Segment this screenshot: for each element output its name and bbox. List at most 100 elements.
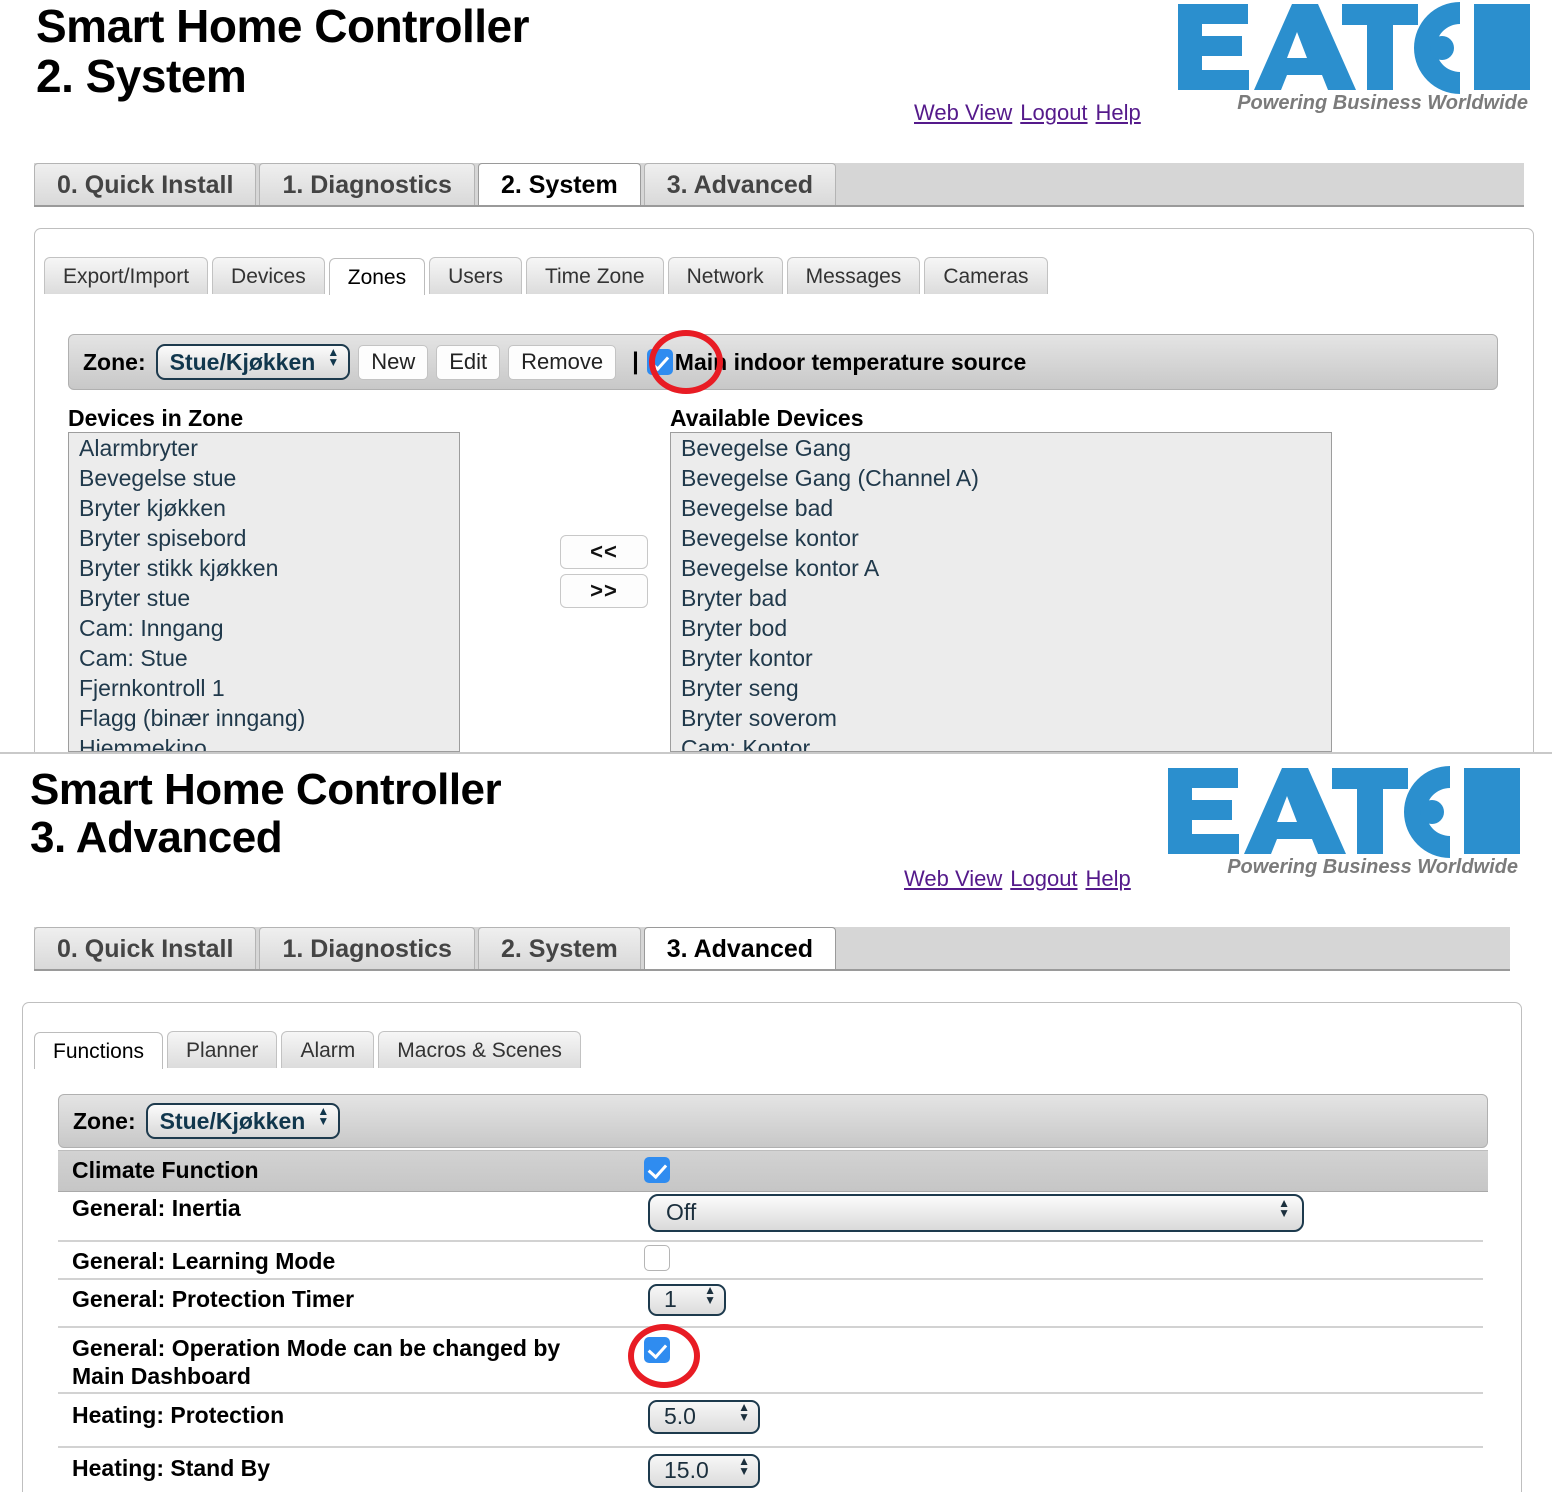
chevron-updown-icon: ▲ ▼ [327, 345, 340, 369]
chevron-updown-icon: ▲ ▼ [317, 1104, 330, 1128]
panel-advanced-header: Smart Home Controller 3. Advanced Web Vi… [0, 754, 1552, 914]
tab-advanced[interactable]: 3. Advanced [643, 927, 837, 969]
heating-protection-spinner[interactable]: 5.0 ▲ ▼ [648, 1400, 760, 1434]
tab-diagnostics[interactable]: 1. Diagnostics [259, 927, 475, 969]
list-item[interactable]: Bryter stue [69, 583, 459, 613]
list-item[interactable]: Bevegelse kontor A [671, 553, 1331, 583]
main-tabs-advanced: 0. Quick Install 1. Diagnostics 2. Syste… [34, 927, 1510, 971]
main-tabs-system: 0. Quick Install 1. Diagnostics 2. Syste… [34, 163, 1524, 207]
list-item[interactable]: Fjernkontroll 1 [69, 673, 459, 703]
climate-function-label: Climate Function [72, 1157, 259, 1183]
subtab-cameras[interactable]: Cameras [924, 257, 1048, 294]
subtab-messages[interactable]: Messages [786, 257, 921, 294]
list-item[interactable]: Bryter soverom [671, 703, 1331, 733]
logout-link[interactable]: Logout [1020, 100, 1087, 125]
general-operation-mode-checkbox[interactable] [644, 1337, 670, 1363]
list-item[interactable]: Bryter bad [671, 583, 1331, 613]
general-protection-timer-spinner[interactable]: 1 ▲ ▼ [648, 1284, 726, 1316]
subtab-zones[interactable]: Zones [328, 258, 426, 295]
screenshot-root: Smart Home Controller 2. System Web View… [0, 0, 1552, 1492]
list-item[interactable]: Bevegelse Gang [671, 433, 1331, 463]
list-item[interactable]: Flagg (binær inngang) [69, 703, 459, 733]
subtab-export-import[interactable]: Export/Import [44, 257, 209, 294]
row-separator [58, 1240, 1483, 1242]
sub-tabs-system: Export/Import Devices Zones Users Time Z… [44, 248, 1244, 295]
list-item[interactable]: Cam: Stue [69, 643, 459, 673]
list-item[interactable]: Bryter spisebord [69, 523, 459, 553]
subtab-network[interactable]: Network [667, 257, 783, 294]
web-view-link[interactable]: Web View [914, 100, 1012, 125]
list-item[interactable]: Bryter kjøkken [69, 493, 459, 523]
tab-system[interactable]: 2. System [477, 927, 641, 969]
subtab-functions[interactable]: Functions [34, 1032, 164, 1069]
zone-select[interactable]: Stue/Kjøkken ▲ ▼ [155, 343, 351, 381]
move-left-button[interactable]: << [560, 535, 648, 569]
new-zone-button[interactable]: New [358, 344, 429, 380]
tab-diagnostics[interactable]: 1. Diagnostics [259, 163, 475, 205]
tab-advanced[interactable]: 3. Advanced [643, 163, 837, 205]
help-link[interactable]: Help [1096, 100, 1141, 125]
remove-zone-button[interactable]: Remove [508, 344, 617, 380]
general-protection-timer-value: 1 [664, 1285, 677, 1312]
available-devices-heading: Available Devices [670, 405, 864, 431]
chevron-updown-icon: ▲ ▼ [1278, 1195, 1290, 1220]
zone-select[interactable]: Stue/Kjøkken ▲ ▼ [145, 1102, 341, 1140]
list-item[interactable]: Bevegelse kontor [671, 523, 1331, 553]
climate-function-checkbox[interactable] [644, 1157, 670, 1183]
devices-in-zone-list[interactable]: Alarmbryter Bevegelse stue Bryter kjøkke… [68, 432, 460, 752]
move-right-button[interactable]: >> [560, 574, 648, 608]
panel-advanced: Smart Home Controller 3. Advanced Web Vi… [0, 754, 1552, 1492]
help-link[interactable]: Help [1086, 866, 1131, 891]
tab-quick-install[interactable]: 0. Quick Install [34, 927, 257, 969]
subtab-macros-scenes[interactable]: Macros & Scenes [378, 1031, 581, 1068]
edit-zone-button[interactable]: Edit [436, 344, 501, 380]
tab-filler [839, 927, 1510, 969]
climate-function-row [58, 1150, 1488, 1192]
subtab-alarm[interactable]: Alarm [281, 1031, 375, 1068]
list-item[interactable]: Cam: Inngang [69, 613, 459, 643]
chevron-updown-icon: ▲ ▼ [704, 1282, 716, 1307]
list-item[interactable]: Bevegelse stue [69, 463, 459, 493]
general-inertia-select[interactable]: Off ▲ ▼ [648, 1194, 1304, 1232]
logout-link[interactable]: Logout [1010, 866, 1077, 891]
zone-select-value: Stue/Kjøkken [159, 1107, 306, 1134]
panel-system-header: Smart Home Controller 2. System Web View… [0, 0, 1552, 148]
eaton-logo-tagline: Powering Business Worldwide [1237, 92, 1528, 114]
subtab-users[interactable]: Users [429, 257, 522, 294]
page-title: Smart Home Controller 2. System [36, 0, 530, 102]
general-learning-mode-checkbox[interactable] [644, 1245, 670, 1271]
chevron-updown-icon: ▲ ▼ [738, 1453, 750, 1478]
toolbar-separator: | [632, 348, 639, 375]
list-item[interactable]: Bryter kontor [671, 643, 1331, 673]
general-inertia-label: General: Inertia [72, 1195, 241, 1221]
subtab-time-zone[interactable]: Time Zone [525, 257, 664, 294]
tab-system[interactable]: 2. System [477, 163, 641, 205]
zone-select-value: Stue/Kjøkken [169, 348, 316, 375]
list-item[interactable]: Bevegelse Gang (Channel A) [671, 463, 1331, 493]
subtab-devices[interactable]: Devices [212, 257, 325, 294]
list-item[interactable]: Bevegelse bad [671, 493, 1331, 523]
eaton-logo-tagline: Powering Business Worldwide [1227, 856, 1518, 878]
heating-stand-by-label: Heating: Stand By [72, 1455, 271, 1481]
row-separator [58, 1326, 1483, 1328]
tab-filler [839, 163, 1524, 205]
heating-stand-by-spinner[interactable]: 15.0 ▲ ▼ [648, 1454, 760, 1488]
panel-system: Smart Home Controller 2. System Web View… [0, 0, 1552, 752]
header-links: Web View Logout Help [914, 100, 1141, 126]
available-devices-list[interactable]: Bevegelse Gang Bevegelse Gang (Channel A… [670, 432, 1332, 752]
zone-toolbar-advanced: Zone: Stue/Kjøkken ▲ ▼ [58, 1094, 1488, 1148]
web-view-link[interactable]: Web View [904, 866, 1002, 891]
list-item[interactable]: Bryter bod [671, 613, 1331, 643]
list-item[interactable]: Bryter stikk kjøkken [69, 553, 459, 583]
row-separator [58, 1278, 1483, 1280]
eaton-logo-mark [1168, 766, 1520, 858]
tab-quick-install[interactable]: 0. Quick Install [34, 163, 257, 205]
list-item[interactable]: Hjemmekino [69, 733, 459, 751]
general-inertia-value: Off [666, 1199, 697, 1225]
main-indoor-temperature-source-checkbox[interactable] [646, 349, 673, 375]
list-item[interactable]: Bryter seng [671, 673, 1331, 703]
heating-stand-by-value: 15.0 [664, 1456, 709, 1483]
list-item[interactable]: Cam: Kontor [671, 733, 1331, 751]
list-item[interactable]: Alarmbryter [69, 433, 459, 463]
subtab-planner[interactable]: Planner [167, 1031, 278, 1068]
